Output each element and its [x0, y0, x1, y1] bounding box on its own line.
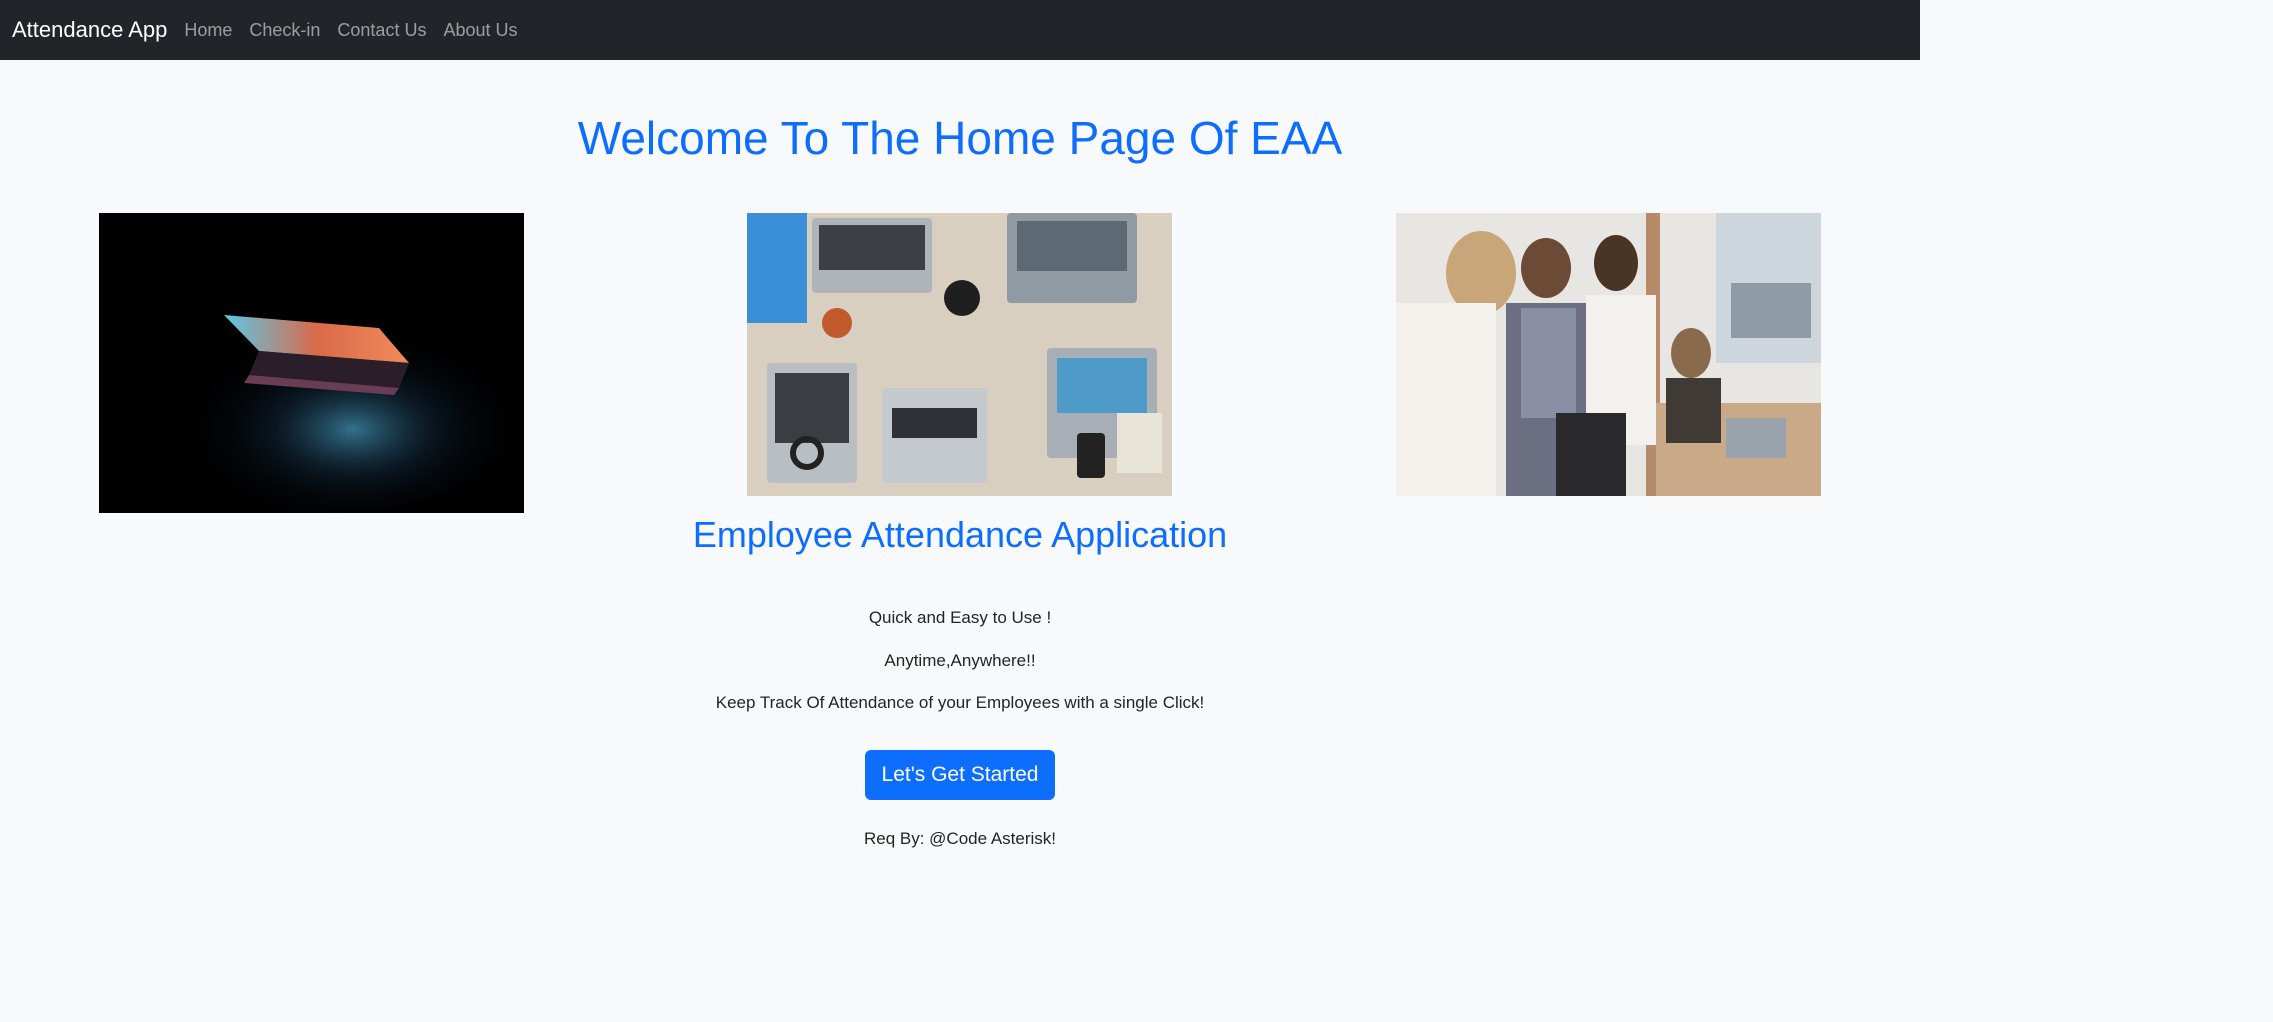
navbar: Attendance App Home Check-in Contact Us … — [0, 0, 1920, 60]
navbar-brand[interactable]: Attendance App — [12, 17, 167, 43]
tagline-easy: Quick and Easy to Use ! — [868, 608, 1052, 627]
page-title: Welcome To The Home Page Of EAA — [577, 112, 1343, 164]
team-photo — [1396, 213, 1821, 496]
tagline-track: Keep Track Of Attendance of your Employe… — [715, 693, 1205, 712]
nav-link-home[interactable]: Home — [184, 20, 232, 41]
nav-link-about-us[interactable]: About Us — [443, 20, 517, 41]
app-subtitle: Employee Attendance Application — [692, 514, 1228, 555]
get-started-button[interactable]: Let's Get Started — [865, 750, 1055, 800]
nav-link-contact-us[interactable]: Contact Us — [337, 20, 426, 41]
nav-link-check-in[interactable]: Check-in — [249, 20, 320, 41]
workspace-photo — [747, 213, 1172, 496]
laptop-photo — [99, 213, 524, 513]
credit-text: Req By: @Code Asterisk! — [863, 829, 1057, 848]
tagline-anywhere: Anytime,Anywhere!! — [884, 651, 1036, 670]
